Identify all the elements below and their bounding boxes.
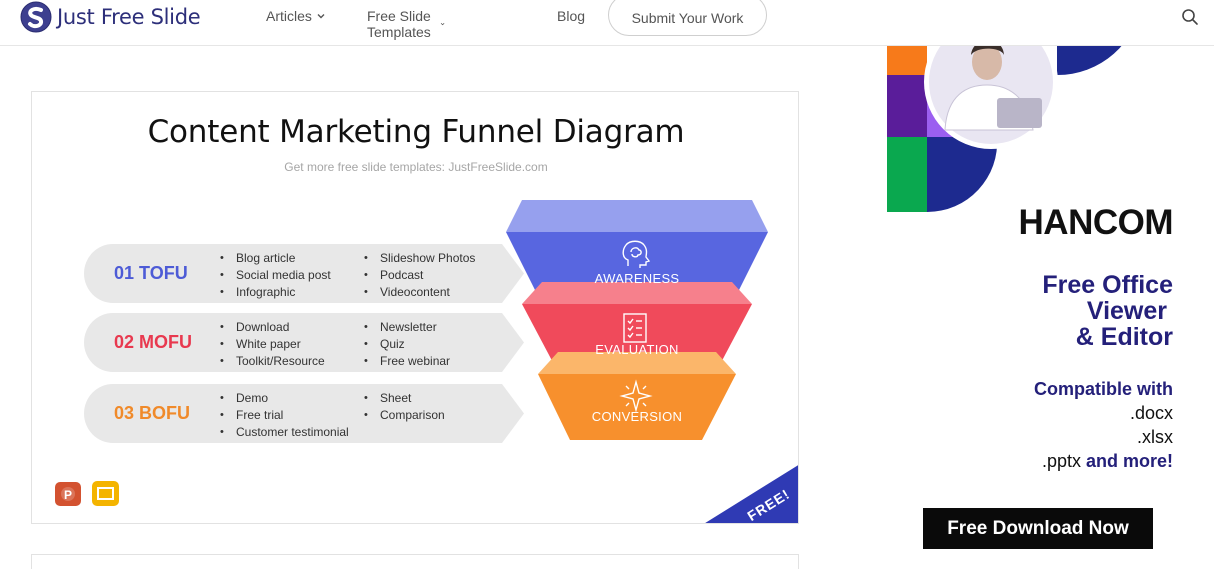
row-label: 02 MOFU [114,332,193,352]
free-download-now-button[interactable]: Free Download Now [923,508,1153,549]
site-logo[interactable]: Just Free Slide [20,1,201,33]
chevron-down-icon [317,14,325,19]
powerpoint-icon[interactable]: P [55,482,81,506]
row-list-right: Sheet Comparison [362,390,445,424]
row-list-right: Newsletter Quiz Free webinar [362,319,450,370]
ad-headline-line: & Editor [1075,323,1173,351]
ad-format-pptx: .pptx [1041,451,1081,471]
list-item: Videocontent [362,284,475,301]
svg-text:P: P [64,488,72,502]
next-slide-card[interactable] [31,554,799,569]
ad-headline-line: Viewer [1086,297,1167,325]
list-item: Newsletter [362,319,450,336]
slide-title: Content Marketing Funnel Diagram [147,114,685,150]
list-item: Toolkit/Resource [218,353,325,370]
row-list-right: Slideshow Photos Podcast Videocontent [362,250,475,301]
funnel-row-tofu: 01 TOFU Blog article Social media post I… [84,244,524,303]
funnel-row-bofu: 03 BOFU Demo Free trial Customer testimo… [84,384,524,443]
row-list-left: Demo Free trial Customer testimonial [218,390,349,441]
submit-your-work-button[interactable]: Submit Your Work [608,0,767,36]
row-label: 01 TOFU [114,263,188,283]
list-item: Sheet [362,390,445,407]
ad-format-docx: .docx [1129,403,1173,423]
free-ribbon-text: FREE! [744,486,792,524]
list-item: Free webinar [362,353,450,370]
row-list-left: Download White paper Toolkit/Resource [218,319,325,370]
list-item: Customer testimonial [218,424,349,441]
list-item: Free trial [218,407,349,424]
nav-templates-label: Free Slide Templates [367,8,431,40]
list-item: Comparison [362,407,445,424]
ad-format-xlsx: .xlsx [1137,427,1173,447]
ad-headline-line: Free Office [1042,271,1173,299]
google-slides-icon[interactable] [92,481,119,506]
list-item: Quiz [362,336,450,353]
list-item: Blog article [218,250,331,267]
search-icon[interactable] [1181,8,1199,26]
funnel-graphic: AWARENESS EVALUATION CONVERSION [504,200,774,450]
nav-articles-label: Articles [266,8,312,24]
ad-compat-lead: Compatible with [1034,379,1173,399]
funnel-label-evaluation: EVALUATION [595,342,679,357]
slide-subtitle: Get more free slide templates: JustFreeS… [284,160,548,174]
funnel-label-awareness: AWARENESS [594,271,680,286]
chevron-down-icon [440,22,445,26]
list-item: Social media post [218,267,331,284]
logo-text: Just Free Slide [57,5,201,29]
list-item: Infographic [218,284,331,301]
ad-brand-name: HANCOM [1018,203,1174,242]
list-item: Slideshow Photos [362,250,475,267]
list-item: White paper [218,336,325,353]
list-item: Demo [218,390,349,407]
row-list-left: Blog article Social media post Infograph… [218,250,331,301]
site-header: Just Free Slide Articles Free Slide Temp… [0,0,1214,46]
nav-articles[interactable]: Articles [266,8,326,24]
ad-headline: Free Office Viewer & Editor [913,272,1173,350]
list-item: Podcast [362,267,475,284]
nav-blog[interactable]: Blog [557,8,585,24]
list-item: Download [218,319,325,336]
hancom-ad[interactable]: HANCOM Free Office Viewer & Editor Compa… [887,0,1187,569]
logo-mark-icon [20,1,52,33]
funnel-row-mofu: 02 MOFU Download White paper Toolkit/Res… [84,313,524,372]
funnel-label-conversion: CONVERSION [591,409,683,424]
nav-blog-label: Blog [557,8,586,24]
row-label: 03 BOFU [114,403,191,423]
slide-preview-card[interactable]: Content Marketing Funnel Diagram Get mor… [31,91,799,524]
nav-free-slide-templates[interactable]: Free Slide Templates [367,8,445,40]
ad-compat-tail: and more! [1085,451,1173,471]
ad-compat: Compatible with .docx .xlsx .pptx and mo… [913,377,1173,473]
